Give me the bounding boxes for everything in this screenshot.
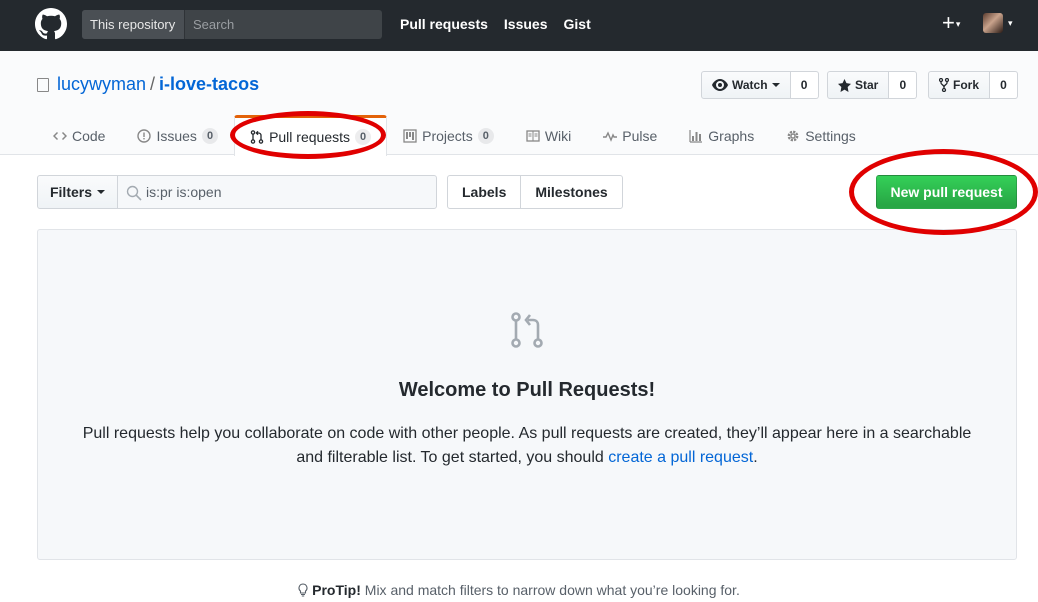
chevron-down-icon[interactable]: ▾	[1008, 18, 1013, 29]
milestones-link[interactable]: Milestones	[520, 176, 621, 208]
header-nav: Pull requests Issues Gist	[400, 16, 591, 32]
fork-icon	[939, 78, 949, 92]
user-avatar[interactable]	[983, 13, 1003, 33]
search-icon	[126, 185, 142, 201]
labels-link[interactable]: Labels	[448, 176, 520, 208]
blankslate-title: Welcome to Pull Requests!	[398, 379, 656, 401]
pulse-icon	[603, 130, 618, 142]
graph-icon	[689, 129, 703, 143]
repo-header: lucywyman / i-love-tacos Watch 0 Star 0 …	[0, 51, 1038, 156]
protip-label: ProTip!	[312, 582, 361, 598]
tab-graphs-label: Graphs	[708, 127, 755, 144]
repo-icon	[37, 77, 49, 92]
header-nav-pull-requests[interactable]: Pull requests	[400, 16, 488, 32]
protip-text: Mix and match filters to narrow down wha…	[360, 582, 740, 598]
tab-settings-label: Settings	[805, 127, 856, 144]
star-group: Star 0	[827, 71, 918, 99]
plus-icon: +	[942, 10, 955, 35]
tab-projects[interactable]: Projects 0	[387, 115, 510, 155]
git-pull-request-icon	[511, 312, 543, 348]
watch-label: Watch	[732, 78, 768, 92]
star-button[interactable]: Star	[827, 71, 890, 99]
tab-projects-counter: 0	[477, 127, 494, 144]
fork-label: Fork	[953, 78, 980, 92]
new-pull-request-button[interactable]: New pull request	[876, 175, 1017, 209]
gear-icon	[787, 130, 799, 141]
blankslate-text: Pull requests help you collaborate on co…	[78, 422, 976, 470]
light-bulb-icon	[298, 583, 308, 597]
blankslate-text-body: Pull requests help you collaborate on co…	[82, 425, 972, 466]
blankslate: Welcome to Pull Requests! Pull requests …	[37, 229, 1017, 560]
tab-projects-label: Projects	[422, 127, 473, 144]
watch-button[interactable]: Watch	[701, 71, 791, 99]
tab-wiki-label: Wiki	[544, 127, 572, 144]
chevron-down-icon	[97, 190, 105, 194]
tab-pulse-label: Pulse	[622, 127, 658, 144]
fork-count[interactable]: 0	[990, 71, 1019, 99]
filter-search-input[interactable]	[118, 176, 436, 208]
star-icon	[838, 78, 851, 92]
tab-issues-counter: 0	[201, 127, 219, 144]
chevron-down-icon: ▾	[955, 19, 961, 30]
create-new-dropdown[interactable]: +▾	[942, 12, 960, 35]
header-nav-gist[interactable]: Gist	[564, 16, 591, 32]
header-search: This repository	[82, 10, 382, 39]
filter-search	[117, 175, 437, 209]
book-icon	[526, 129, 540, 142]
site-header: This repository Pull requests Issues Gis…	[0, 0, 1038, 51]
project-icon	[403, 128, 417, 143]
tab-pull-requests[interactable]: Pull requests 0	[234, 115, 388, 156]
tab-code-label: Code	[72, 127, 106, 144]
repo-path-separator: /	[150, 74, 156, 94]
code-icon	[53, 131, 67, 140]
labels-milestones-group: Labels Milestones	[447, 175, 623, 209]
fork-group: Fork 0	[928, 71, 1019, 99]
repo-name-link[interactable]: i-love-tacos	[159, 74, 259, 95]
tab-wiki[interactable]: Wiki	[510, 115, 587, 155]
header-nav-issues[interactable]: Issues	[504, 16, 548, 32]
watch-count[interactable]: 0	[790, 71, 819, 99]
tab-issues[interactable]: Issues 0	[121, 115, 234, 155]
watch-group: Watch 0	[701, 71, 819, 99]
blankslate-text-end: .	[753, 449, 758, 466]
star-count[interactable]: 0	[889, 71, 918, 99]
filters-dropdown[interactable]: Filters	[37, 175, 118, 209]
repo-nav: Code Issues 0 Pull requests 0 Projects 0…	[37, 115, 872, 156]
search-scope-badge: This repository	[82, 10, 185, 39]
eye-icon	[712, 79, 728, 91]
repo-title: lucywyman / i-love-tacos	[37, 74, 259, 95]
protip: ProTip! Mix and match filters to narrow …	[0, 582, 1038, 598]
tab-issues-label: Issues	[156, 127, 197, 144]
tab-settings[interactable]: Settings	[770, 115, 872, 155]
tab-pull-requests-label: Pull requests	[269, 129, 350, 145]
chevron-down-icon	[771, 83, 780, 87]
header-search-input[interactable]	[185, 10, 382, 39]
tab-code[interactable]: Code	[37, 115, 121, 155]
tab-pull-requests-counter: 0	[355, 129, 372, 145]
fork-button[interactable]: Fork	[928, 71, 991, 99]
star-label: Star	[855, 78, 879, 92]
issue-opened-icon	[137, 128, 152, 143]
filters-label: Filters	[49, 184, 92, 200]
tab-pulse[interactable]: Pulse	[587, 115, 673, 155]
git-pull-request-icon	[250, 130, 264, 144]
create-pull-request-link[interactable]: create a pull request	[608, 449, 753, 466]
issues-subnav: Filters Labels Milestones New pull reque…	[37, 175, 1017, 209]
tab-graphs[interactable]: Graphs	[673, 115, 770, 155]
github-logo-icon[interactable]	[35, 8, 67, 40]
repo-owner-link[interactable]: lucywyman	[57, 74, 146, 95]
